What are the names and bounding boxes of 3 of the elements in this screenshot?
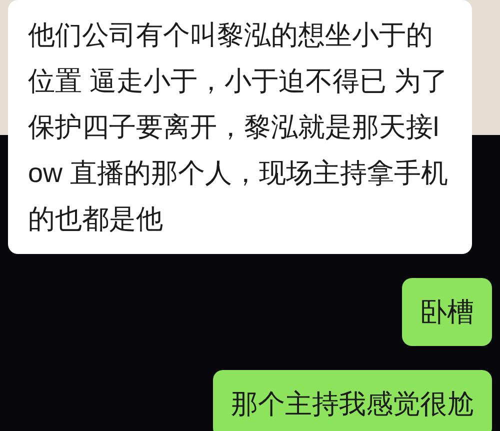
message-bubble: 那个主持我感觉很尬 xyxy=(213,370,492,431)
message-bubble: 他们公司有个叫黎泓的想坐小于的位置 逼走小于，小于迫不得已 为了保护四子要离开，黎泓就是那天接low 直播的那个人，现场主持拿手机的也都是他 xyxy=(8,0,472,254)
message-bubble: 卧槽 xyxy=(402,278,492,346)
